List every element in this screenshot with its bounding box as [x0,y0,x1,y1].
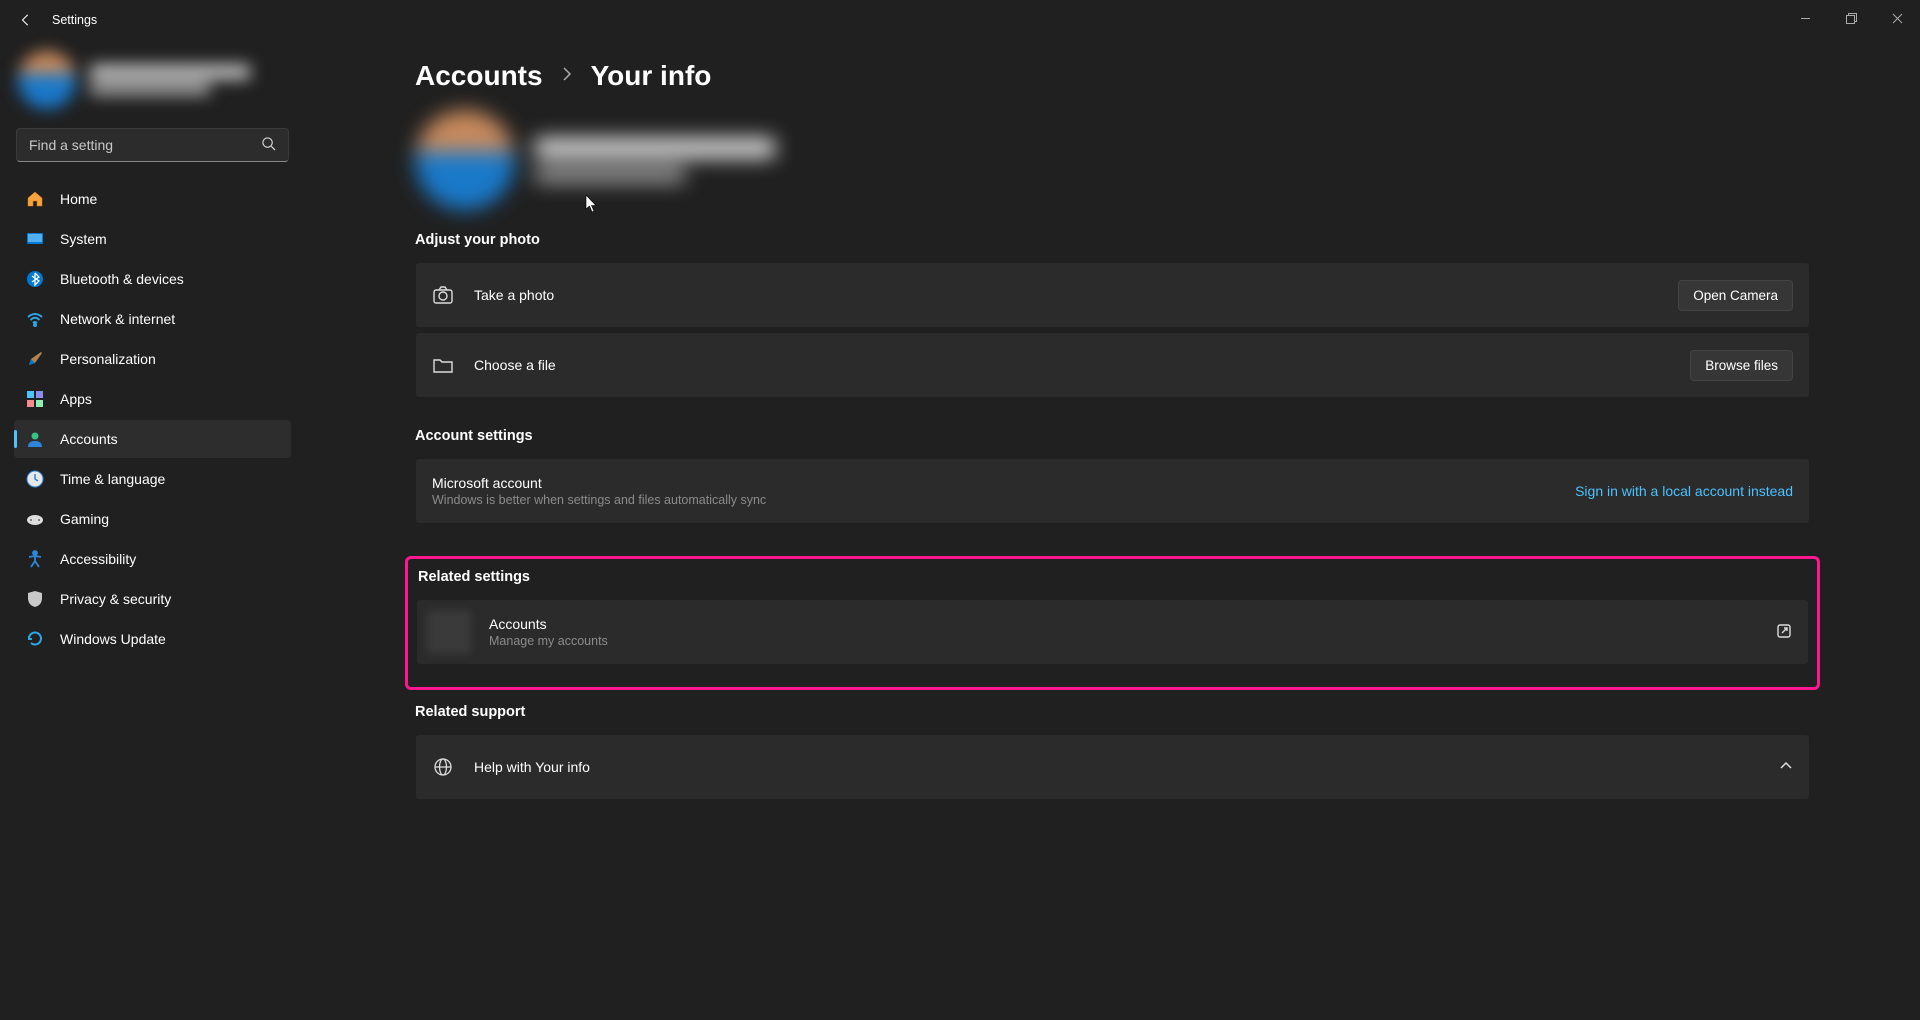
card-subtitle: Manage my accounts [489,634,1764,648]
help-card[interactable]: Help with Your info [415,734,1810,800]
sidebar-item-label: Time & language [60,471,165,487]
sidebar-item-privacy[interactable]: Privacy & security [14,580,291,618]
sidebar-item-label: Gaming [60,511,109,527]
open-camera-button[interactable]: Open Camera [1678,280,1793,311]
breadcrumb: Accounts Your info [415,60,1810,92]
chevron-right-icon [561,66,573,87]
minimize-button[interactable] [1782,0,1828,36]
sidebar-item-bluetooth[interactable]: Bluetooth & devices [14,260,291,298]
back-button[interactable] [18,12,34,28]
sidebar-item-system[interactable]: System [14,220,291,258]
titlebar: Settings [0,0,1920,40]
local-account-link[interactable]: Sign in with a local account instead [1575,483,1793,499]
maximize-button[interactable] [1828,0,1874,36]
sidebar-item-apps[interactable]: Apps [14,380,291,418]
chevron-up-icon [1779,759,1793,776]
open-external-icon [1776,623,1792,642]
section-title-account: Account settings [415,428,1810,444]
user-block[interactable] [14,50,291,110]
related-accounts-card[interactable]: Accounts Manage my accounts [416,599,1809,665]
sidebar-item-label: Home [60,191,97,207]
folder-icon [432,354,454,376]
profile-email [535,168,685,182]
home-icon [26,190,44,208]
sidebar-item-label: Windows Update [60,631,166,647]
sidebar-item-label: System [60,231,107,247]
sidebar-item-accessibility[interactable]: Accessibility [14,540,291,578]
window-controls [1782,0,1920,36]
avatar [415,110,515,210]
clock-icon [26,470,44,488]
brush-icon [26,350,44,368]
camera-icon [432,284,454,306]
wifi-icon [26,310,44,328]
search-icon [261,136,276,154]
app-title: Settings [52,13,97,27]
breadcrumb-parent[interactable]: Accounts [415,60,543,92]
system-icon [26,230,44,248]
choose-file-card: Choose a file Browse files [415,332,1810,398]
section-title-photo: Adjust your photo [415,232,1810,248]
update-icon [26,630,44,648]
sidebar-item-network[interactable]: Network & internet [14,300,291,338]
sidebar-item-home[interactable]: Home [14,180,291,218]
search-box[interactable] [16,128,289,162]
profile-name [535,138,775,158]
profile-header [415,110,1810,210]
sidebar-item-label: Personalization [60,351,156,367]
sidebar-item-update[interactable]: Windows Update [14,620,291,658]
sidebar-item-label: Apps [60,391,92,407]
bluetooth-icon [26,270,44,288]
card-label: Choose a file [474,357,1690,373]
sidebar-item-label: Accessibility [60,551,136,567]
account-thumbnail-icon [427,610,471,654]
person-icon [26,430,44,448]
nav-list: Home System Bluetooth & devices Network … [14,180,291,658]
sidebar-item-gaming[interactable]: Gaming [14,500,291,538]
search-input[interactable] [29,137,261,153]
cursor-icon [585,195,599,216]
sidebar-item-accounts[interactable]: Accounts [14,420,291,458]
card-subtitle: Windows is better when settings and file… [432,493,1575,507]
apps-icon [26,390,44,408]
section-title-related: Related settings [418,569,1809,585]
microsoft-account-card: Microsoft account Windows is better when… [415,458,1810,524]
gamepad-icon [26,510,44,528]
browse-files-button[interactable]: Browse files [1690,350,1793,381]
sidebar-item-personalization[interactable]: Personalization [14,340,291,378]
sidebar-item-time[interactable]: Time & language [14,460,291,498]
sidebar: Home System Bluetooth & devices Network … [0,40,305,1020]
main-content: Accounts Your info Adjust your photo Tak… [305,40,1920,1020]
section-title-support: Related support [415,704,1810,720]
take-photo-card: Take a photo Open Camera [415,262,1810,328]
card-title: Microsoft account [432,475,1575,491]
user-name [90,65,250,79]
sidebar-item-label: Network & internet [60,311,175,327]
sidebar-item-label: Accounts [60,431,118,447]
avatar [18,51,76,109]
card-label: Help with Your info [474,759,1767,775]
sidebar-item-label: Bluetooth & devices [60,271,184,287]
card-label: Take a photo [474,287,1678,303]
page-title: Your info [591,60,712,92]
shield-icon [26,590,44,608]
sidebar-item-label: Privacy & security [60,591,171,607]
globe-icon [432,756,454,778]
user-email [90,83,210,95]
accessibility-icon [26,550,44,568]
close-button[interactable] [1874,0,1920,36]
highlight-annotation: Related settings Accounts Manage my acco… [405,556,1820,690]
card-title: Accounts [489,616,1764,632]
